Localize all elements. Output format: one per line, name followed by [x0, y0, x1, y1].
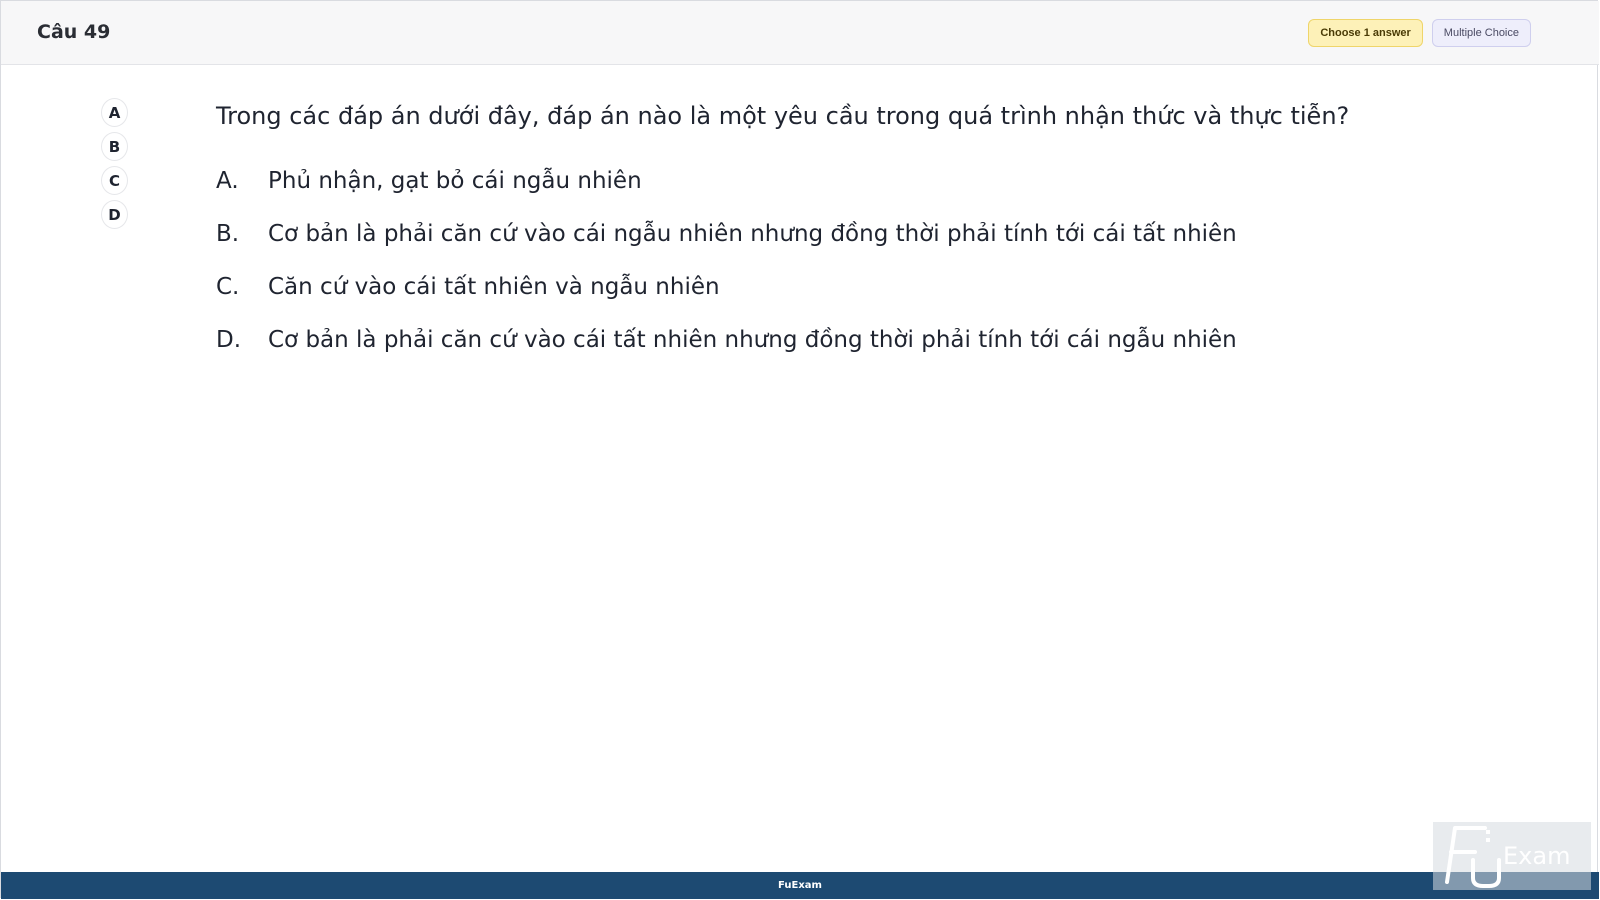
footer-brand: FuExam [778, 880, 822, 891]
option-letter: B. [216, 220, 240, 247]
option-list: A. Phủ nhận, gạt bỏ cái ngẫu nhiên B. Cơ… [216, 154, 1546, 366]
option-text: Căn cứ vào cái tất nhiên và ngẫu nhiên [268, 273, 720, 300]
option-d[interactable]: D. Cơ bản là phải căn cứ vào cái tất nhi… [216, 313, 1546, 366]
option-letter: A. [216, 167, 239, 194]
answer-button-a[interactable]: A [101, 98, 128, 127]
option-a[interactable]: A. Phủ nhận, gạt bỏ cái ngẫu nhiên [216, 154, 1546, 207]
option-text: Cơ bản là phải căn cứ vào cái tất nhiên … [268, 326, 1237, 353]
option-c[interactable]: C. Căn cứ vào cái tất nhiên và ngẫu nhiê… [216, 260, 1546, 313]
option-letter: D. [216, 326, 242, 353]
answer-button-b[interactable]: B [101, 132, 128, 161]
page-frame [0, 0, 1598, 898]
answer-selector: A B C D [101, 98, 131, 229]
question-text: Trong các đáp án dưới đây, đáp án nào là… [216, 102, 1350, 130]
fuexam-logo-icon: Exam [1433, 822, 1591, 890]
option-text: Phủ nhận, gạt bỏ cái ngẫu nhiên [268, 167, 642, 194]
svg-text:Exam: Exam [1503, 842, 1570, 870]
answer-button-c[interactable]: C [101, 166, 128, 195]
question-type-badge: Multiple Choice [1431, 19, 1531, 47]
option-text: Cơ bản là phải căn cứ vào cái ngẫu nhiên… [268, 220, 1237, 247]
choose-count-badge: Choose 1 answer [1308, 19, 1423, 47]
question-number: Câu 49 [37, 21, 111, 43]
answer-button-d[interactable]: D [101, 200, 128, 229]
option-b[interactable]: B. Cơ bản là phải căn cứ vào cái ngẫu nh… [216, 207, 1546, 260]
badge-group: Choose 1 answer Multiple Choice [1308, 19, 1531, 47]
footer-bar: FuExam [1, 872, 1599, 899]
option-letter: C. [216, 273, 240, 300]
question-header: Câu 49 Choose 1 answer Multiple Choice [1, 1, 1599, 65]
